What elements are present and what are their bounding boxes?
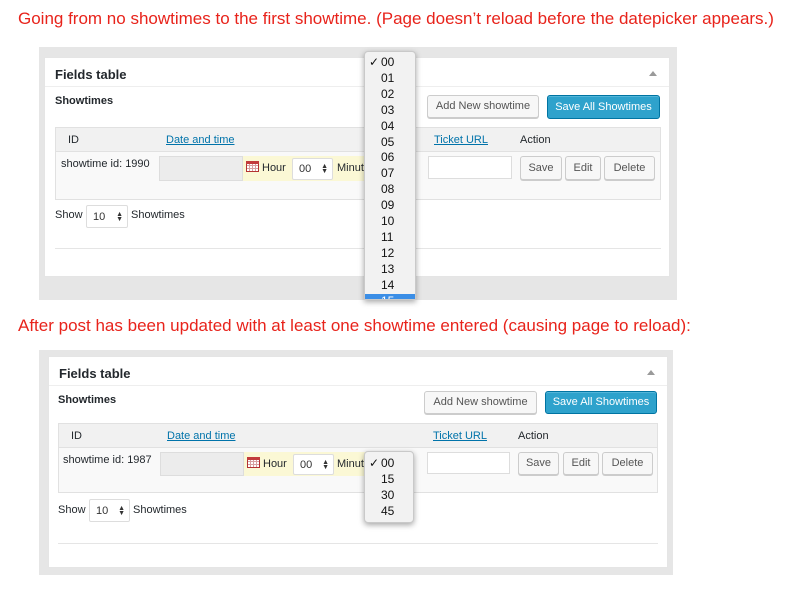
showtimes-table: ID Date and time Ticket URL Action showt… — [55, 127, 661, 200]
header-date-sort-link[interactable]: Date and time — [167, 430, 235, 442]
row-save-button[interactable]: Save — [518, 452, 559, 475]
header-date-sort-link[interactable]: Date and time — [166, 134, 234, 146]
minute-option[interactable]: 14 — [365, 278, 415, 294]
date-field[interactable] — [160, 452, 244, 476]
minute-option[interactable]: 15 — [365, 472, 413, 488]
save-all-showtimes-button[interactable]: Save All Showtimes — [545, 391, 657, 414]
showtimes-table: ID Date and time Ticket URL Action showt… — [58, 423, 658, 493]
select-arrows-icon: ▲ ▼ — [321, 163, 328, 175]
minute-option[interactable]: 02 — [365, 87, 415, 103]
header-ticket-url-sort-link[interactable]: Ticket URL — [434, 134, 488, 146]
per-page-select[interactable]: 10 ▲ ▼ — [86, 205, 128, 228]
fields-table-panel: Fields table Showtimes Add New showtime … — [48, 356, 668, 568]
header-id: ID — [71, 430, 82, 442]
minute-option[interactable]: 12 — [365, 246, 415, 262]
hour-select[interactable]: 00 ▲ ▼ — [292, 158, 333, 180]
minute-dropdown-list[interactable]: ✓00010203040506070809101112131415 — [364, 51, 416, 300]
minute-option[interactable]: 11 — [365, 230, 415, 246]
add-new-showtime-button[interactable]: Add New showtime — [427, 95, 539, 118]
header-action: Action — [518, 430, 549, 442]
row-edit-button[interactable]: Edit — [565, 156, 601, 180]
show-label: Show — [58, 504, 86, 516]
calendar-icon[interactable] — [246, 161, 259, 172]
minute-option[interactable]: 45 — [365, 504, 413, 520]
minute-option[interactable]: 06 — [365, 150, 415, 166]
ticket-url-input[interactable] — [428, 156, 512, 179]
select-arrows-icon: ▲ ▼ — [116, 210, 123, 223]
collapse-arrow-icon[interactable] — [647, 370, 655, 375]
minute-option[interactable]: 05 — [365, 135, 415, 151]
header-id: ID — [68, 134, 79, 146]
title-divider — [45, 86, 669, 87]
collapse-arrow-icon[interactable] — [649, 71, 657, 76]
hour-select[interactable]: 00 ▲ ▼ — [293, 454, 334, 475]
minute-option[interactable]: 30 — [365, 488, 413, 504]
caption-top: Going from no showtimes to the first sho… — [18, 9, 774, 28]
checkmark-icon: ✓ — [369, 456, 380, 470]
showtimes-label: Showtimes — [58, 394, 117, 406]
fields-table-panel: Fields table Showtimes Add New showtime … — [44, 57, 670, 277]
showtimes-label: Showtimes — [55, 95, 114, 107]
row-save-button[interactable]: Save — [520, 156, 562, 180]
select-arrows-icon: ▲ ▼ — [322, 458, 329, 471]
add-new-showtime-button[interactable]: Add New showtime — [424, 391, 537, 414]
screenshot-after-reload: Fields table Showtimes Add New showtime … — [39, 350, 673, 575]
header-action: Action — [520, 134, 551, 146]
per-page-select[interactable]: 10 ▲ ▼ — [89, 499, 130, 522]
minute-label: Minut — [337, 162, 364, 174]
minute-option[interactable]: 13 — [365, 262, 415, 278]
save-all-showtimes-button[interactable]: Save All Showtimes — [547, 95, 660, 119]
minute-option[interactable]: ✓ 00 — [365, 55, 415, 71]
minute-label: Minut — [337, 458, 364, 470]
minute-option[interactable]: 09 — [365, 198, 415, 214]
ticket-url-input[interactable] — [427, 452, 510, 474]
time-picker: Hour 00 ▲ ▼ Minut — [243, 156, 369, 181]
showtime-id: showtime id: 1990 — [61, 158, 150, 170]
minute-option[interactable]: ✓ 00 — [365, 456, 413, 472]
showtime-id: showtime id: 1987 — [63, 454, 152, 466]
minute-option[interactable]: 08 — [365, 182, 415, 198]
panel-title: Fields table — [55, 67, 127, 82]
date-field[interactable] — [159, 156, 243, 181]
showtimes-suffix: Showtimes — [131, 209, 185, 221]
showtimes-suffix: Showtimes — [133, 504, 187, 516]
row-delete-button[interactable]: Delete — [604, 156, 655, 180]
show-label: Show — [55, 209, 83, 221]
minute-option[interactable]: 15 — [365, 293, 415, 299]
minute-option[interactable]: 01 — [365, 71, 415, 87]
minute-option[interactable]: 03 — [365, 103, 415, 119]
minute-option[interactable]: 07 — [365, 166, 415, 182]
minute-option[interactable]: 04 — [365, 119, 415, 135]
title-divider — [49, 385, 667, 386]
checkmark-icon: ✓ — [369, 55, 380, 69]
minute-dropdown-list[interactable]: ✓ 00 15 30 45 — [364, 451, 414, 523]
table-header: ID Date and time Ticket URL Action — [56, 128, 660, 152]
select-arrows-icon: ▲ ▼ — [118, 504, 125, 517]
screenshot-before-reload: Fields table Showtimes Add New showtime … — [39, 47, 677, 300]
header-ticket-url-sort-link[interactable]: Ticket URL — [433, 430, 487, 442]
divider — [55, 248, 661, 249]
caption-bottom: After post has been updated with at leas… — [18, 316, 691, 335]
panel-title: Fields table — [59, 366, 131, 381]
hour-label: Hour — [262, 162, 286, 174]
hour-label: Hour — [263, 458, 287, 470]
table-header: ID Date and time Ticket URL Action — [59, 424, 657, 448]
divider — [58, 543, 658, 544]
row-delete-button[interactable]: Delete — [602, 452, 653, 475]
calendar-icon[interactable] — [247, 457, 260, 468]
row-edit-button[interactable]: Edit — [563, 452, 599, 475]
minute-option[interactable]: 10 — [365, 214, 415, 230]
